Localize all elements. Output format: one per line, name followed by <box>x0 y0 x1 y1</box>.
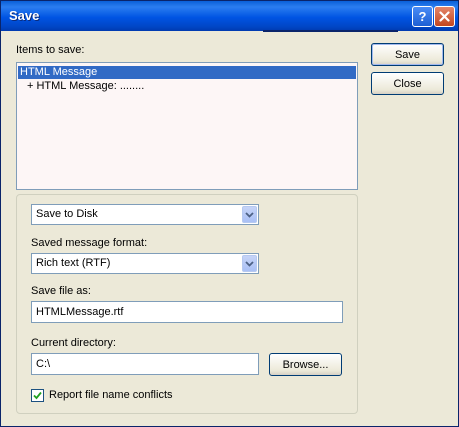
list-item-html-message-child[interactable]: + HTML Message: ........ <box>27 80 144 93</box>
title-separator <box>263 30 398 32</box>
close-button[interactable]: Close <box>371 72 444 95</box>
save-button[interactable]: Save <box>371 43 444 66</box>
report-conflicts-label[interactable]: Report file name conflicts <box>49 389 173 401</box>
current-directory-label: Current directory: <box>31 337 116 349</box>
save-file-as-field[interactable] <box>31 301 343 323</box>
current-directory-field[interactable] <box>31 353 259 375</box>
save-dialog: Save ? Items to save: HTML Message + HTM… <box>0 0 459 427</box>
report-conflicts-checkbox[interactable] <box>31 389 44 402</box>
save-file-as-label: Save file as: <box>31 285 91 297</box>
items-to-save-label: Items to save: <box>16 44 85 56</box>
format-value: Rich text (RTF) <box>36 257 111 269</box>
close-window-button[interactable] <box>434 6 455 27</box>
chevron-down-icon[interactable] <box>242 206 257 223</box>
destination-value: Save to Disk <box>36 208 98 220</box>
current-directory-input[interactable] <box>32 354 258 374</box>
format-dropdown[interactable]: Rich text (RTF) <box>31 253 259 274</box>
chevron-down-icon[interactable] <box>242 255 257 272</box>
destination-dropdown[interactable]: Save to Disk <box>31 204 259 225</box>
list-item-html-message[interactable]: HTML Message <box>18 66 356 79</box>
save-file-as-input[interactable] <box>32 302 342 322</box>
window-title: Save <box>9 8 40 23</box>
close-x-icon <box>439 11 450 22</box>
browse-button[interactable]: Browse... <box>269 353 342 376</box>
checkmark-icon <box>33 391 42 400</box>
format-label: Saved message format: <box>31 237 148 249</box>
question-icon: ? <box>418 9 427 24</box>
title-bar[interactable]: Save ? <box>1 1 458 31</box>
items-list[interactable]: HTML Message + HTML Message: ........ <box>16 62 358 190</box>
help-button[interactable]: ? <box>412 6 433 27</box>
